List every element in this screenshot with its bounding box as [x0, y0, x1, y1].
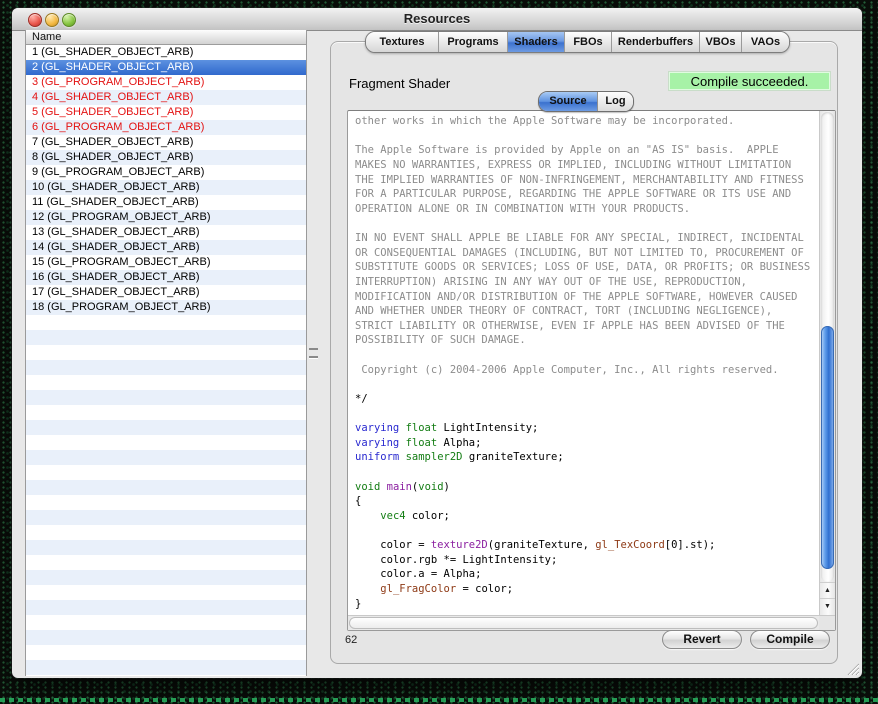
tab-textures[interactable]: Textures	[366, 32, 438, 52]
list-item[interactable]: 6 (GL_PROGRAM_OBJECT_ARB)	[26, 120, 306, 135]
code-line: THE IMPLIED WARRANTIES OF NON-INFRINGEME…	[355, 173, 819, 188]
code-line: OPERATION ALONE OR IN COMBINATION WITH Y…	[355, 202, 819, 217]
list-item[interactable]: 5 (GL_SHADER_OBJECT_ARB)	[26, 105, 306, 120]
revert-button[interactable]: Revert	[662, 630, 742, 649]
code-line: INTERRUPTION) ARISING IN ANY WAY OUT OF …	[355, 275, 819, 290]
tab-renderbuffers[interactable]: Renderbuffers	[611, 32, 699, 52]
resize-grip-icon[interactable]	[846, 662, 859, 675]
code-line	[355, 348, 819, 363]
code-line: MAKES NO WARRANTIES, EXPRESS OR IMPLIED,…	[355, 158, 819, 173]
code-line: color = texture2D(graniteTexture, gl_Tex…	[355, 538, 819, 553]
code-line	[355, 524, 819, 539]
code-line: vec4 color;	[355, 509, 819, 524]
code-line: color.rgb *= LightIntensity;	[355, 553, 819, 568]
code-line	[355, 407, 819, 422]
list-item[interactable]: 9 (GL_PROGRAM_OBJECT_ARB)	[26, 165, 306, 180]
code-line: Copyright (c) 2004-2006 Apple Computer, …	[355, 363, 819, 378]
code-line: POSSIBILITY OF SUCH DAMAGE.	[355, 333, 819, 348]
compile-status-badge: Compile succeeded.	[668, 71, 831, 91]
list-item[interactable]: 10 (GL_SHADER_OBJECT_ARB)	[26, 180, 306, 195]
horizontal-scrollbar[interactable]	[348, 615, 819, 630]
vertical-scrollbar[interactable]: ▲ ▼	[819, 111, 835, 615]
list-item[interactable]: 14 (GL_SHADER_OBJECT_ARB)	[26, 240, 306, 255]
code-line: varying float LightIntensity;	[355, 421, 819, 436]
shader-source-editor[interactable]: other works in which the Apple Software …	[347, 110, 836, 631]
title-bar[interactable]: Resources	[12, 8, 862, 31]
tab-programs[interactable]: Programs	[438, 32, 507, 52]
code-line: STRICT LIABILITY OR OTHERWISE, EVEN IF A…	[355, 319, 819, 334]
code-line: varying float Alpha;	[355, 436, 819, 451]
scroll-up-arrow-icon[interactable]: ▲	[820, 582, 835, 599]
list-item[interactable]: 13 (GL_SHADER_OBJECT_ARB)	[26, 225, 306, 240]
list-item[interactable]: 8 (GL_SHADER_OBJECT_ARB)	[26, 150, 306, 165]
list-item[interactable]: 2 (GL_SHADER_OBJECT_ARB)	[26, 60, 306, 75]
code-line: void main(void)	[355, 480, 819, 495]
code-line: */	[355, 392, 819, 407]
code-line: AND WHETHER UNDER THEORY OF CONTRACT, TO…	[355, 304, 819, 319]
code-line: gl_FragColor = color;	[355, 582, 819, 597]
code-line: IN NO EVENT SHALL APPLE BE LIABLE FOR AN…	[355, 231, 819, 246]
subtab-source[interactable]: Source	[539, 92, 597, 111]
code-line: SUBSTITUTE GOODS OR SERVICES; LOSS OF US…	[355, 260, 819, 275]
code-line: color.a = Alpha;	[355, 567, 819, 582]
list-item[interactable]: 1 (GL_SHADER_OBJECT_ARB)	[26, 45, 306, 60]
code-line: FOR A PARTICULAR PURPOSE, REGARDING THE …	[355, 187, 819, 202]
code-line: other works in which the Apple Software …	[355, 114, 819, 129]
list-item[interactable]: 18 (GL_PROGRAM_OBJECT_ARB)	[26, 300, 306, 315]
code-line: {	[355, 494, 819, 509]
scroll-down-arrow-icon[interactable]: ▼	[820, 598, 835, 615]
resources-window: Resources Name 1 (GL_SHADER_OBJECT_ARB)2…	[12, 8, 862, 678]
subtab-log[interactable]: Log	[597, 92, 633, 111]
code-line	[355, 465, 819, 480]
source-log-segmented-control: SourceLog	[538, 91, 634, 112]
code-line: }	[355, 597, 819, 612]
tab-vaos[interactable]: VAOs	[741, 32, 789, 52]
shader-object-id: 62	[345, 634, 357, 646]
splitter-grabber-icon[interactable]	[309, 348, 318, 358]
list-item[interactable]: 17 (GL_SHADER_OBJECT_ARB)	[26, 285, 306, 300]
list-item[interactable]: 7 (GL_SHADER_OBJECT_ARB)	[26, 135, 306, 150]
list-column-header-name[interactable]: Name	[26, 30, 306, 45]
list-item[interactable]: 3 (GL_PROGRAM_OBJECT_ARB)	[26, 75, 306, 90]
compile-button[interactable]: Compile	[750, 630, 830, 649]
list-item[interactable]: 15 (GL_PROGRAM_OBJECT_ARB)	[26, 255, 306, 270]
list-body[interactable]: 1 (GL_SHADER_OBJECT_ARB)2 (GL_SHADER_OBJ…	[26, 45, 306, 676]
desktop-background: Resources Name 1 (GL_SHADER_OBJECT_ARB)2…	[0, 0, 878, 704]
resource-tab-bar: TexturesProgramsShadersFBOsRenderbuffers…	[365, 31, 790, 53]
horizontal-scroll-thumb[interactable]	[349, 617, 818, 629]
resource-list: Name 1 (GL_SHADER_OBJECT_ARB)2 (GL_SHADE…	[25, 30, 307, 676]
list-item[interactable]: 16 (GL_SHADER_OBJECT_ARB)	[26, 270, 306, 285]
code-line: MODIFICATION AND/OR DISTRIBUTION OF THE …	[355, 290, 819, 305]
code-line	[355, 216, 819, 231]
tab-vbos[interactable]: VBOs	[699, 32, 741, 52]
shader-type-label: Fragment Shader	[349, 76, 450, 91]
shader-source-text[interactable]: other works in which the Apple Software …	[348, 111, 819, 615]
code-line	[355, 129, 819, 144]
code-line: The Apple Software is provided by Apple …	[355, 143, 819, 158]
code-line	[355, 377, 819, 392]
vertical-scroll-thumb[interactable]	[821, 326, 834, 569]
tab-shaders[interactable]: Shaders	[507, 32, 564, 52]
list-item[interactable]: 4 (GL_SHADER_OBJECT_ARB)	[26, 90, 306, 105]
code-line: OR CONSEQUENTIAL DAMAGES (INCLUDING, BUT…	[355, 246, 819, 261]
list-item[interactable]: 11 (GL_SHADER_OBJECT_ARB)	[26, 195, 306, 210]
code-line: uniform sampler2D graniteTexture;	[355, 450, 819, 465]
window-title: Resources	[12, 8, 862, 30]
scrollbar-corner	[819, 615, 835, 630]
list-item[interactable]: 12 (GL_PROGRAM_OBJECT_ARB)	[26, 210, 306, 225]
tab-fbos[interactable]: FBOs	[564, 32, 611, 52]
